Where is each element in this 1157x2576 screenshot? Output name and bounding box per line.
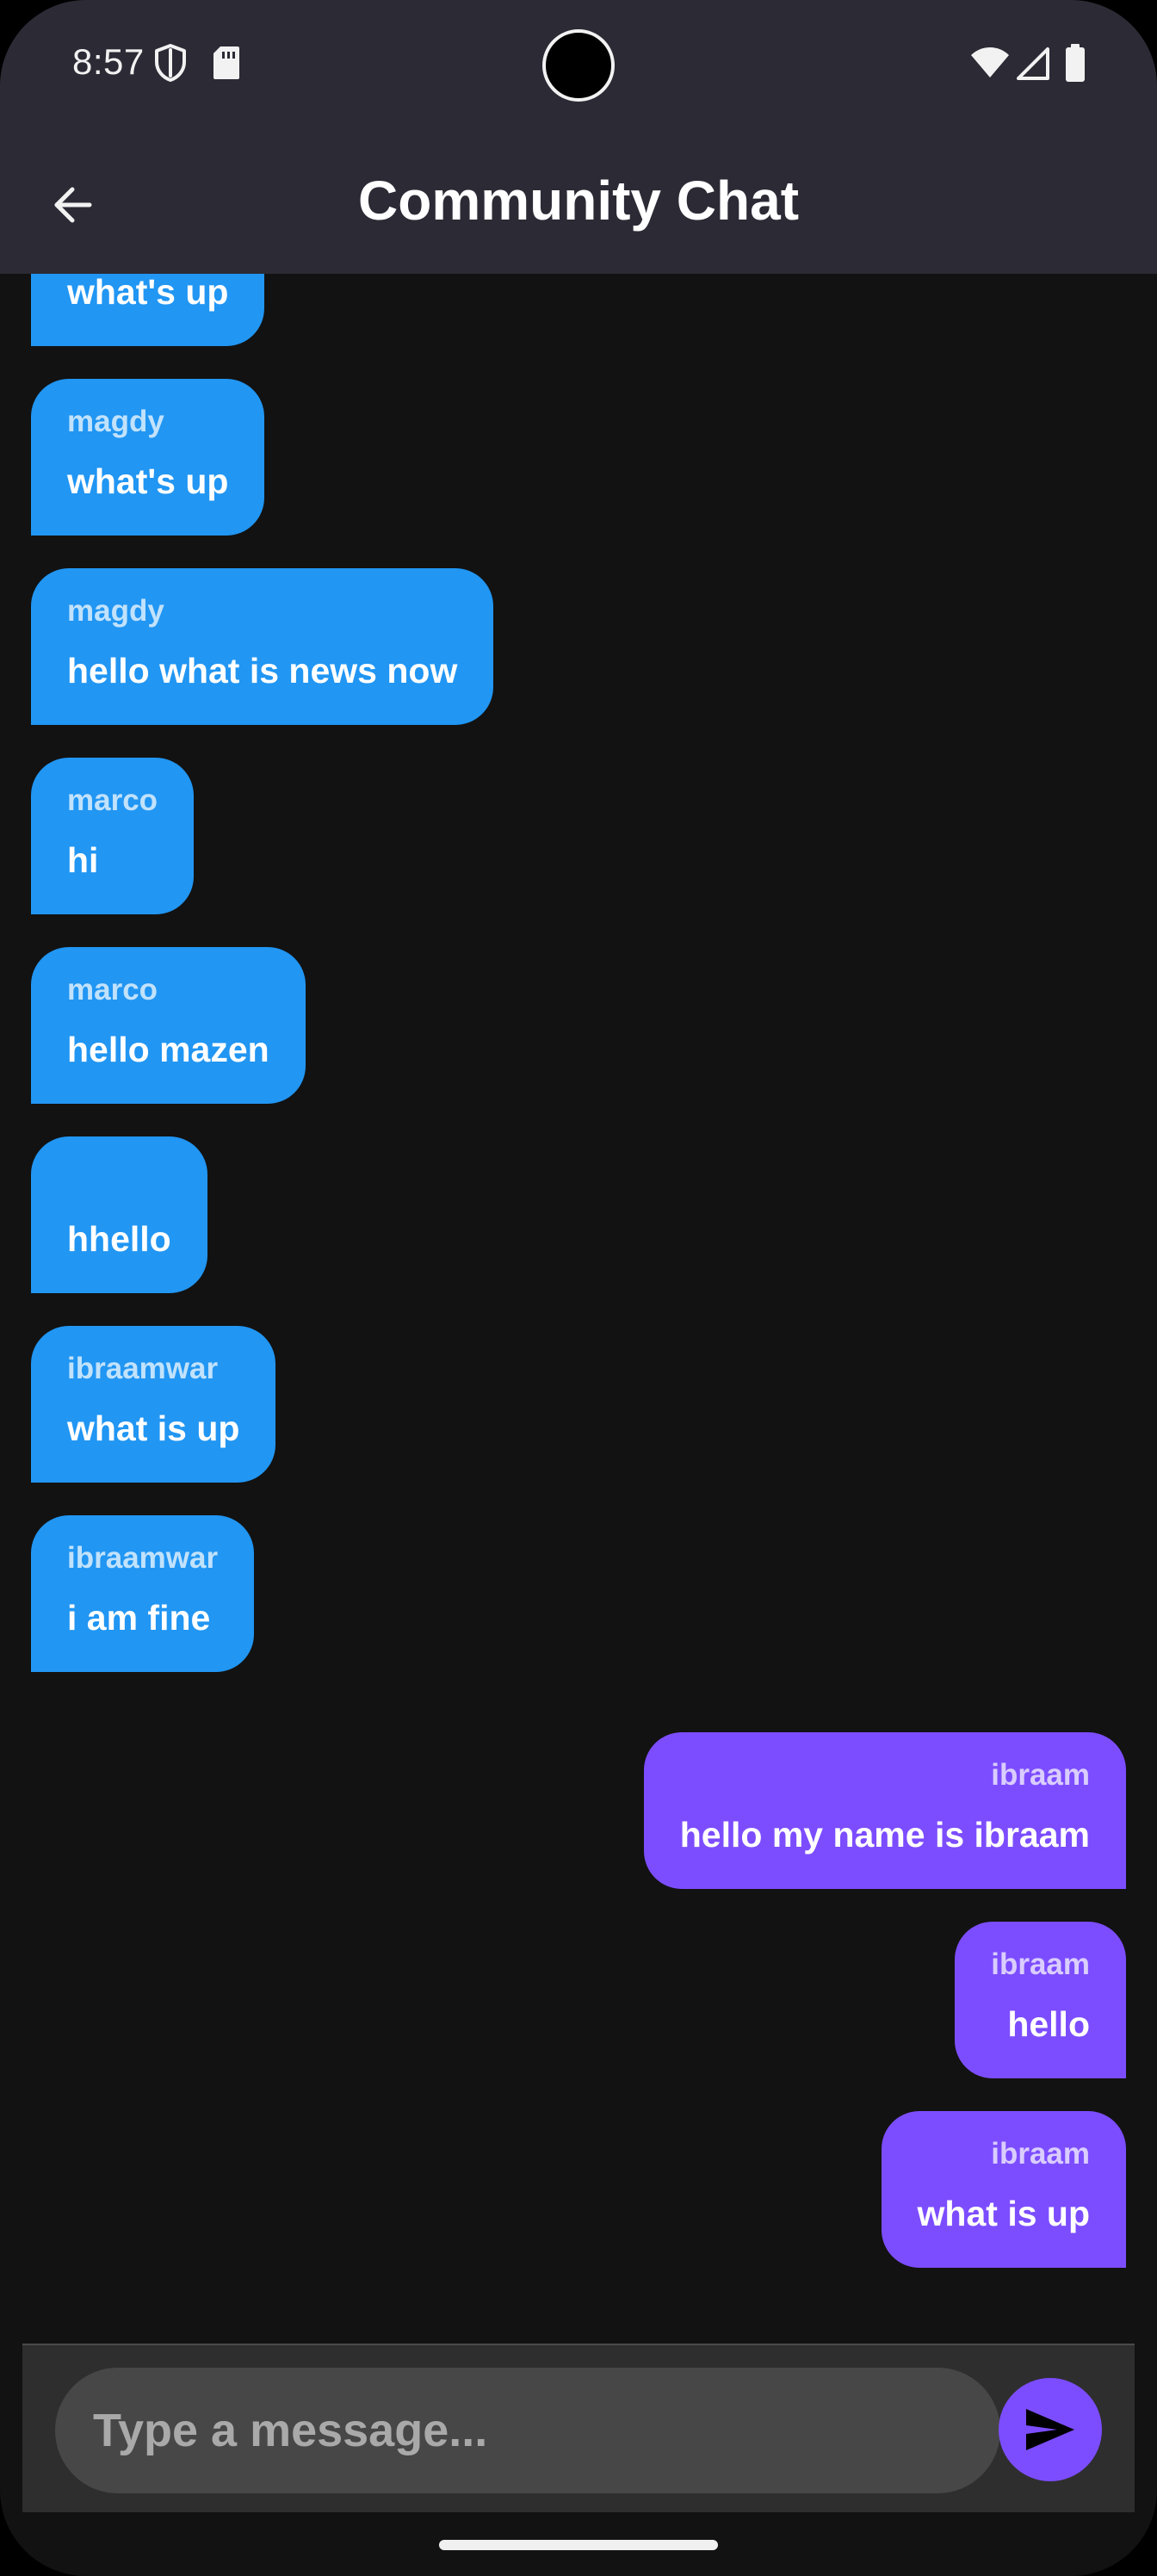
chat-bubble-incoming: hhello [31,1136,207,1293]
message-text: what is up [67,1409,240,1448]
top-area: 8:57 Community Chat [0,0,1157,274]
message-text: hello mazen [67,1030,269,1069]
wifi-icon [969,45,1011,79]
message-sender: marco [67,783,158,817]
message-input[interactable] [55,2368,1000,2493]
message-text: hhello [67,1219,171,1259]
sd-card-icon [212,45,241,81]
chat-bubble-incoming: magdy what's up [31,274,265,346]
page-title: Community Chat [358,170,799,232]
chat-bubble-incoming: magdy what's up [31,379,265,536]
message-composer [22,2344,1135,2512]
status-time: 8:57 [72,41,145,82]
message-text: what's up [67,461,229,501]
chat-bubble-outgoing: ibraam hello my name is ibraam [643,1732,1126,1889]
message-text: what's up [67,274,229,312]
message-text: hello my name is ibraam [679,1815,1090,1855]
message-sender: magdy [67,405,164,438]
home-indicator[interactable] [439,2540,718,2550]
chat-bubble-incoming: magdy hello what is news now [31,568,494,725]
chat-bubble-incoming: marco hello mazen [31,947,306,1104]
chat-bubble-incoming: ibraamwar what is up [31,1326,276,1483]
message-sender: ibraam [991,1947,1090,1981]
chat-bubble-outgoing: ibraam hello [955,1922,1126,2078]
status-bar: 8:57 [0,0,1157,129]
message-text: hello [1007,2004,1090,2044]
message-sender [67,1161,171,1198]
message-sender: ibraam [991,1758,1090,1792]
message-sender: ibraamwar [67,1541,219,1575]
message-sender: magdy [67,594,164,628]
shield-icon [153,43,188,83]
phone-screen: 8:57 Community Chat what's up magdy what… [0,0,1157,2576]
message-text: hi [67,840,99,880]
send-icon [1023,2406,1078,2454]
message-sender: marco [67,973,158,1006]
battery-icon [1064,43,1086,83]
camera-cutout [542,29,615,102]
message-sender: ibraamwar [67,1352,219,1385]
message-text: i am fine [67,1598,211,1638]
cell-signal-icon [1016,46,1050,81]
message-text: what is up [917,2194,1090,2233]
send-button[interactable] [999,2378,1102,2481]
chat-bubble-incoming: marco hi [31,758,195,914]
chat-bubble-outgoing: ibraam what is up [881,2111,1126,2268]
chat-message-list[interactable]: magdy what's up magdy what's up magdy he… [0,274,1157,2345]
chat-bubble-incoming: ibraamwar i am fine [31,1515,255,1672]
message-text: hello what is news now [67,651,458,690]
app-bar: Community Chat [0,138,1157,267]
message-sender: ibraam [991,2137,1090,2170]
